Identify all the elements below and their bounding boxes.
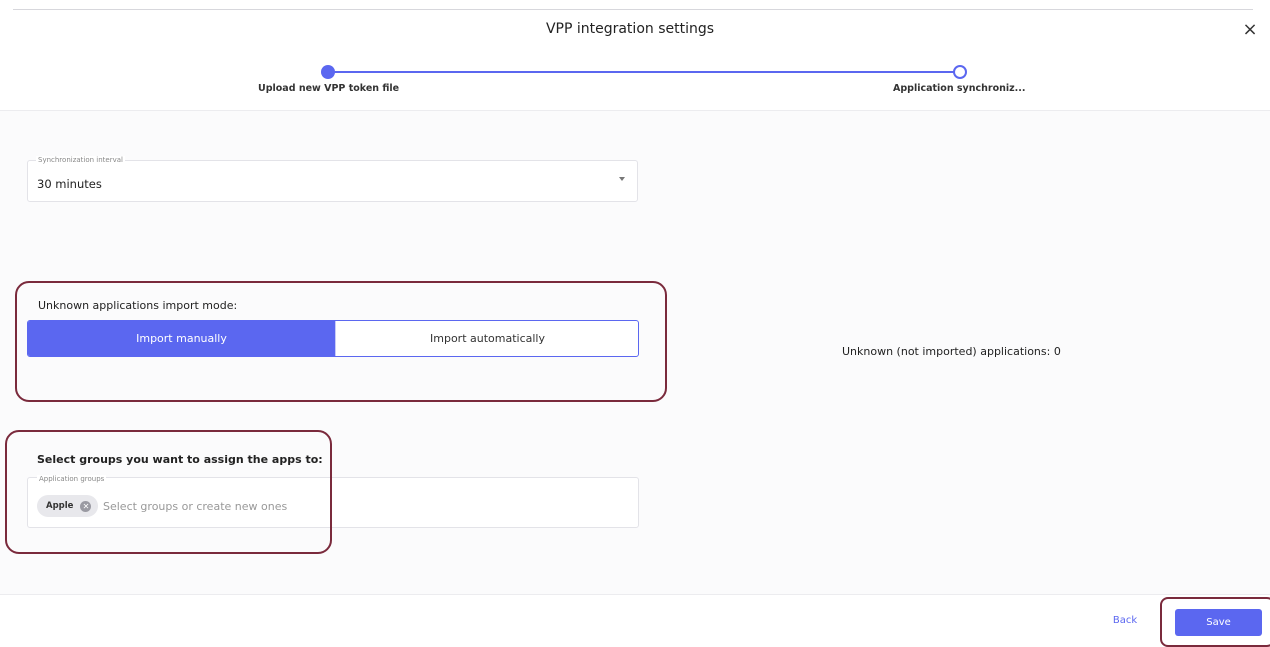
group-chip: Apple ✕ [37,495,99,517]
close-icon[interactable]: × [1240,20,1260,40]
sync-interval-label: Synchronization interval [36,156,125,164]
application-groups-field[interactable]: Application groups Apple ✕ Select groups… [27,475,639,528]
groups-field-label: Application groups [37,475,107,483]
dialog-title: VPP integration settings [545,21,715,37]
sync-interval-select[interactable]: Synchronization interval 30 minutes [27,156,638,202]
header-divider [13,9,1253,10]
import-mode-toggle: Import manually Import automatically [27,320,639,357]
groups-input-placeholder[interactable]: Select groups or create new ones [103,500,287,513]
groups-heading: Select groups you want to assign the app… [37,453,323,466]
save-button[interactable]: Save [1175,609,1262,636]
sync-interval-value: 30 minutes [37,177,102,191]
step-2-label: Application synchroniz... [893,83,1026,94]
step-1-indicator [321,65,335,79]
chevron-down-icon[interactable] [619,177,625,181]
import-automatically-button[interactable]: Import automatically [335,321,638,356]
step-1-label: Upload new VPP token file [258,83,400,94]
import-manually-button[interactable]: Import manually [28,321,335,356]
back-button[interactable]: Back [1102,615,1148,626]
stepper: Upload new VPP token file Application sy… [0,60,1270,100]
vpp-settings-dialog: VPP integration settings × Upload new VP… [0,0,1270,647]
group-chip-label: Apple [46,501,74,511]
unknown-apps-count: Unknown (not imported) applications: 0 [842,345,1061,358]
chip-remove-icon[interactable]: ✕ [80,500,92,512]
step-2-indicator [953,65,967,79]
import-mode-label: Unknown applications import mode: [38,299,238,312]
stepper-progress-line [329,71,961,73]
dialog-footer: Back Save [0,594,1270,644]
dialog-header: VPP integration settings × Upload new VP… [0,0,1270,111]
